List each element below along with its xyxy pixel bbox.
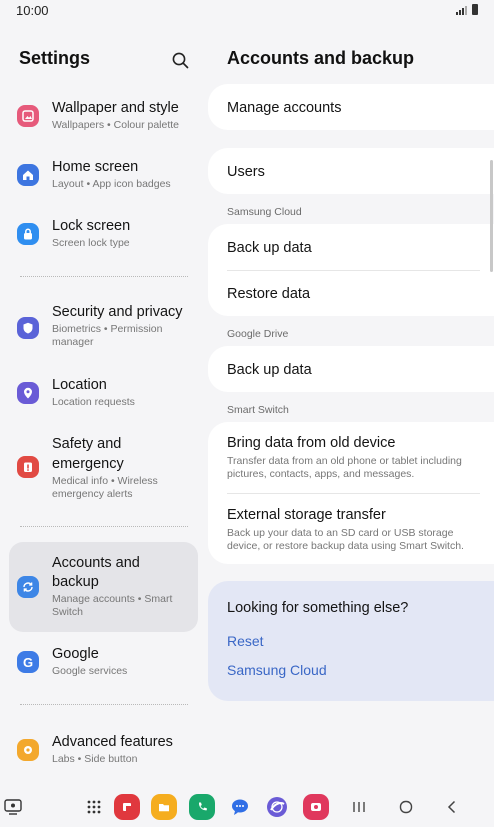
status-icons <box>456 4 478 15</box>
row-label: Back up data <box>227 362 312 378</box>
sidebar-item-security[interactable]: Security and privacy Biometrics • Permis… <box>9 298 198 358</box>
samsung-cloud-link[interactable]: Samsung Cloud <box>227 662 327 678</box>
external-storage-item[interactable]: External storage transfer Back up your d… <box>227 506 480 553</box>
lock-icon <box>17 223 39 245</box>
back-button[interactable] <box>439 794 465 820</box>
sidebar-item-label: Google <box>52 646 99 662</box>
bring-data-item[interactable]: Bring data from old device Transfer data… <box>227 434 480 481</box>
sidebar-item-advanced-features[interactable]: Advanced features Labs • Side button <box>9 726 198 774</box>
samsung-cloud-header: Samsung Cloud <box>227 206 302 218</box>
sidebar-item-sub: Layout • App icon badges <box>52 178 171 190</box>
page-title: Accounts and backup <box>227 48 415 68</box>
sidebar-item-label: Lock screen <box>52 218 131 234</box>
google-icon: G <box>17 651 39 673</box>
row-label: Restore data <box>227 286 311 302</box>
app-grid-icon <box>87 800 101 814</box>
manage-accounts-item[interactable]: Manage accounts <box>227 99 480 117</box>
sidebar-item-label: Security and privacy <box>52 304 183 320</box>
settings-title: Settings <box>19 48 91 68</box>
navigation-bar <box>0 787 494 827</box>
my-files-icon[interactable] <box>151 794 177 820</box>
battery-icon <box>472 4 478 15</box>
sidebar-item-label: Advanced features <box>52 734 173 750</box>
sidebar-item-lock-screen[interactable]: Lock screen Screen lock type <box>9 210 198 258</box>
row-label: Back up data <box>227 240 312 256</box>
section-divider <box>20 526 188 527</box>
manage-accounts-card: Manage accounts <box>208 84 494 130</box>
reset-link[interactable]: Reset <box>227 633 264 649</box>
signal-icon <box>456 6 467 15</box>
row-label: Manage accounts <box>227 100 342 116</box>
google-drive-backup-item[interactable]: Back up data <box>227 361 480 379</box>
sidebar-item-label: Location <box>52 377 107 393</box>
smart-switch-card: Bring data from old device Transfer data… <box>208 422 494 564</box>
samsung-cloud-card: Back up data Restore data <box>208 224 494 316</box>
messages-icon[interactable] <box>227 794 253 820</box>
row-sub: Back up your data to an SD card or USB s… <box>227 527 464 552</box>
row-label: Bring data from old device <box>227 435 396 451</box>
sidebar-item-label: Accounts and backup <box>52 555 140 590</box>
sidebar-item-label: Home screen <box>52 159 139 175</box>
emergency-icon <box>17 456 39 478</box>
internet-icon[interactable] <box>264 794 290 820</box>
scrollbar[interactable] <box>490 160 493 272</box>
sync-icon <box>17 576 39 598</box>
row-divider <box>227 493 480 494</box>
sidebar-item-sub: Wallpapers • Colour palette <box>52 119 180 131</box>
row-sub: Transfer data from an old phone or table… <box>227 455 462 480</box>
sidebar-item-sub: Labs • Side button <box>52 753 138 765</box>
flipboard-icon[interactable] <box>114 794 140 820</box>
home-button[interactable] <box>393 794 419 820</box>
sidebar-item-sub: Biometrics • Permission manager <box>52 323 163 348</box>
accounts-backup-panel: Accounts and backup Manage accounts User… <box>208 36 494 781</box>
shield-icon <box>17 317 39 339</box>
google-drive-card: Back up data <box>208 346 494 392</box>
sidebar-item-home-screen[interactable]: Home screen Layout • App icon badges <box>9 151 198 199</box>
users-card: Users <box>208 148 494 194</box>
section-divider <box>20 704 188 705</box>
location-pin-icon <box>17 382 39 404</box>
samsung-cloud-backup-item[interactable]: Back up data <box>227 239 480 257</box>
app-drawer-button[interactable] <box>81 794 107 820</box>
sidebar-item-label: Wallpaper and style <box>52 100 179 116</box>
back-chevron-icon <box>447 800 456 814</box>
screen-recorder-icon[interactable] <box>303 794 329 820</box>
google-drive-header: Google Drive <box>227 328 289 340</box>
home-icon <box>17 164 39 186</box>
sidebar-item-sub: Medical info • Wireless emergency alerts <box>52 475 158 500</box>
search-icon <box>172 52 189 69</box>
home-circle-icon <box>399 800 413 814</box>
sidebar-item-sub: Google services <box>52 665 128 677</box>
suggestions-title: Looking for something else? <box>227 600 409 616</box>
settings-list-panel: Settings Wallpaper and style Wallpapers … <box>0 36 206 781</box>
taskbar-toggle-button[interactable] <box>0 794 26 820</box>
sidebar-item-sub: Screen lock type <box>52 237 130 249</box>
sidebar-item-google[interactable]: G Google Google services <box>9 638 198 686</box>
sidebar-item-accounts-backup[interactable]: Accounts and backup Manage accounts • Sm… <box>9 542 198 632</box>
section-divider <box>20 276 188 277</box>
samsung-cloud-restore-item[interactable]: Restore data <box>227 285 480 303</box>
recents-button[interactable] <box>346 794 372 820</box>
phone-icon[interactable] <box>189 794 215 820</box>
sidebar-item-sub: Manage accounts • Smart Switch <box>52 593 173 618</box>
recents-icon <box>353 802 365 812</box>
status-bar: 10:00 <box>0 0 494 22</box>
sidebar-item-safety[interactable]: Safety and emergency Medical info • Wire… <box>9 428 198 506</box>
row-label: Users <box>227 164 265 180</box>
sidebar-item-wallpaper[interactable]: Wallpaper and style Wallpapers • Colour … <box>9 92 198 140</box>
users-item[interactable]: Users <box>227 163 480 181</box>
smart-switch-header: Smart Switch <box>227 404 289 416</box>
gear-icon <box>17 739 39 761</box>
search-button[interactable] <box>170 50 192 72</box>
taskbar-icon <box>4 799 22 815</box>
sidebar-item-sub: Location requests <box>52 396 135 408</box>
sidebar-item-label: Safety and emergency <box>52 436 124 472</box>
suggestions-card: Looking for something else? Reset Samsun… <box>208 581 494 701</box>
row-divider <box>227 270 480 271</box>
sidebar-item-location[interactable]: Location Location requests <box>9 369 198 417</box>
wallpaper-icon <box>17 105 39 127</box>
row-label: External storage transfer <box>227 507 386 523</box>
status-time: 10:00 <box>16 3 49 18</box>
